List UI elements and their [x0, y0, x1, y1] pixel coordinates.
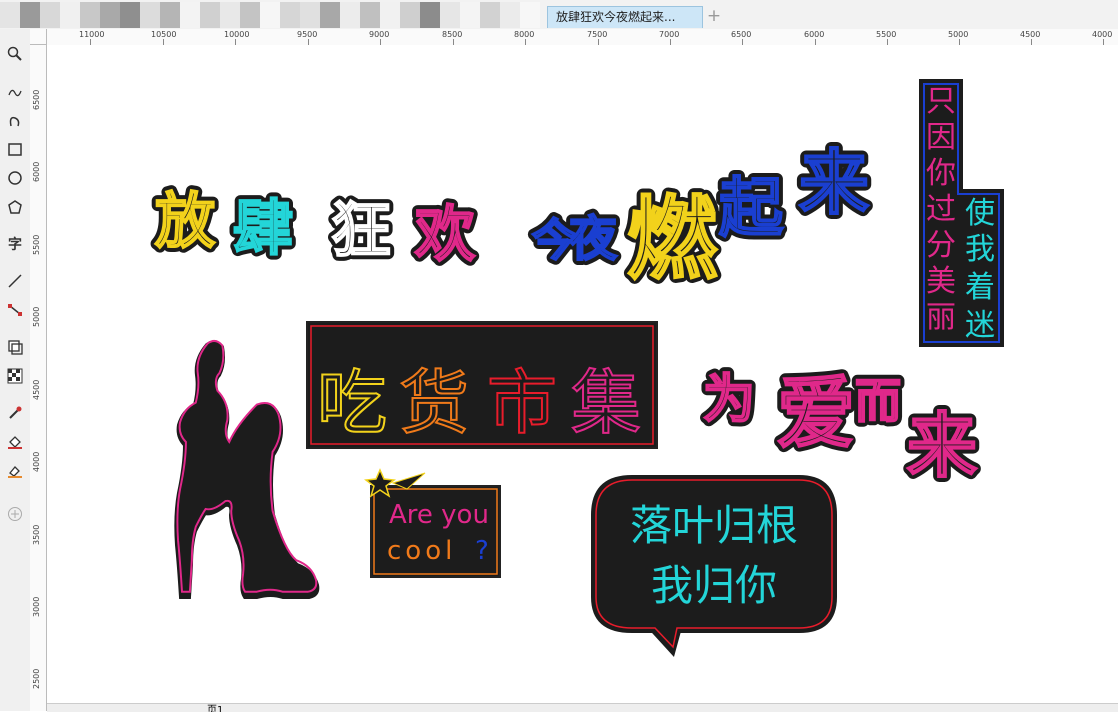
vchar-5: 分 [926, 228, 956, 263]
transparency-icon[interactable] [4, 365, 26, 387]
ruler-tick: 5500 [876, 30, 897, 39]
ruler-tick: 4000 [32, 451, 41, 472]
question-mark: ? [475, 536, 489, 566]
toolbox: 字 [0, 29, 31, 711]
vchar-1: 只 [926, 84, 956, 119]
ruler-tick: 8000 [514, 30, 535, 39]
ruler-tick: 4500 [1020, 30, 1041, 39]
char-lai: 来 [799, 142, 869, 224]
ruler-tick: 4000 [1092, 30, 1113, 39]
char-shi: 市 [487, 362, 557, 444]
drawing-canvas[interactable]: 放 肆 狂 欢 放 肆 狂 欢 今 夜 燃 起 来 今 夜 燃 起 来 只 因 … [47, 45, 1118, 700]
are-you-cool-sign[interactable]: Are you cool ? [364, 468, 501, 578]
vchar-3: 你 [926, 156, 956, 191]
char-qi: 起 [719, 172, 784, 246]
polygon-icon[interactable] [4, 196, 26, 218]
ruler-tick: 10500 [151, 30, 177, 39]
bubble-line1: 落叶归根 [630, 501, 798, 550]
add-tool-icon[interactable] [4, 503, 26, 525]
artwork-svg: 放 肆 狂 欢 放 肆 狂 欢 今 夜 燃 起 来 今 夜 燃 起 来 只 因 … [150, 79, 1004, 658]
char-ye: 夜 [568, 211, 618, 267]
food-market-sign[interactable]: 吃 货 市 集 [306, 321, 658, 449]
freehand-icon[interactable] [4, 80, 26, 102]
char-ji: 集 [571, 362, 641, 444]
ruler-tick: 7500 [587, 30, 608, 39]
fill-icon[interactable] [4, 431, 26, 453]
ruler-tick: 3000 [32, 596, 41, 617]
ruler-tick: 6500 [32, 89, 41, 110]
char-fang: 放 [155, 187, 215, 257]
are-you-text: Are you [389, 500, 489, 530]
drop-shadow-icon[interactable] [4, 336, 26, 358]
char-chi: 吃 [317, 362, 387, 444]
char-wei: 为 [703, 370, 755, 430]
ruler-tick: 9500 [297, 30, 318, 39]
ruler-tick: 4500 [32, 379, 41, 400]
vchar-r4: 迷 [965, 308, 995, 343]
ruler-tick: 5500 [32, 234, 41, 255]
ruler-tick: 9000 [369, 30, 390, 39]
text-tool-icon[interactable]: 字 [4, 233, 26, 255]
char-ran: 燃 [627, 187, 718, 292]
tab-active-document[interactable]: 放肆狂欢今夜燃起来... [547, 6, 703, 28]
ruler-tick: 7000 [659, 30, 680, 39]
cool-text: cool [387, 536, 456, 566]
document-tab-bar: 放肆狂欢今夜燃起来... + [0, 0, 1118, 29]
connector-icon[interactable] [4, 299, 26, 321]
char-er: 而 [855, 374, 901, 428]
dimension-icon[interactable] [4, 270, 26, 292]
vchar-7: 丽 [926, 300, 956, 335]
vertical-sign[interactable]: 只 因 你 过 分 美 丽 使 我 着 迷 [919, 79, 1004, 347]
rectangle-icon[interactable] [4, 138, 26, 160]
ruler-tick: 5000 [32, 306, 41, 327]
bezier-icon[interactable] [4, 109, 26, 131]
char-kuang: 狂 [331, 196, 391, 266]
vchar-r1: 使 [965, 196, 995, 231]
horizontal-ruler[interactable]: 11000 10500 10000 9500 9000 8500 8000 75… [47, 29, 1118, 46]
title-fangsi-kuanghuan[interactable]: 放 肆 狂 欢 [150, 182, 480, 275]
ruler-origin[interactable] [30, 29, 47, 45]
vchar-4: 过 [926, 192, 956, 227]
zoom-icon[interactable] [4, 43, 26, 65]
vchar-r2: 我 [965, 232, 995, 267]
speech-bubble[interactable]: 落叶归根 我归你 [591, 475, 837, 658]
title-jinye-ranqilai[interactable]: 今 夜 燃 起 来 [527, 137, 874, 297]
title-wei-ai-er-lai[interactable]: 为 爱 而 来 [698, 364, 982, 492]
eyedropper-icon[interactable] [4, 402, 26, 424]
vertical-ruler[interactable]: 6500 6000 5500 5000 4500 4000 3500 3000 … [30, 45, 47, 711]
ruler-tick: 8500 [442, 30, 463, 39]
couple-silhouette[interactable] [174, 340, 320, 599]
vchar-r3: 着 [965, 270, 995, 305]
char-lai2: 来 [907, 405, 977, 487]
ruler-tick: 11000 [79, 30, 105, 39]
blurred-tabs [0, 2, 545, 28]
add-tab-icon[interactable]: + [703, 6, 725, 28]
interactive-fill-icon[interactable] [4, 460, 26, 482]
ruler-tick: 6000 [804, 30, 825, 39]
char-huan: 欢 [414, 200, 475, 270]
bubble-line2: 我归你 [651, 561, 777, 610]
ruler-tick: 6500 [731, 30, 752, 39]
char-si: 肆 [233, 194, 293, 264]
vchar-2: 因 [926, 120, 956, 155]
ruler-tick: 5000 [948, 30, 969, 39]
char-ai: 爱 [777, 369, 855, 459]
ruler-tick: 3500 [32, 524, 41, 545]
vchar-6: 美 [926, 264, 956, 299]
char-huo: 货 [399, 362, 469, 444]
ruler-tick: 2500 [32, 668, 41, 689]
ruler-tick: 6000 [32, 161, 41, 182]
ellipse-icon[interactable] [4, 167, 26, 189]
ruler-tick: 10000 [224, 30, 250, 39]
